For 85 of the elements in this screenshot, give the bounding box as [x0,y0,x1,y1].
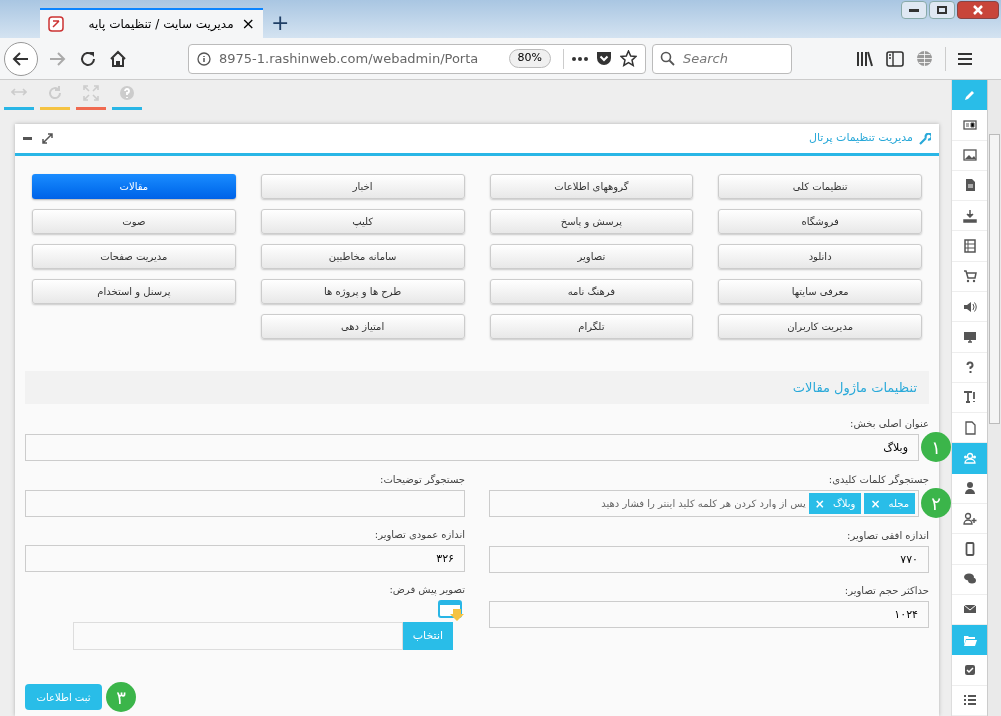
description-search-field[interactable] [25,490,465,517]
star-icon[interactable] [620,50,637,67]
address-bar[interactable]: 8975-1.rashinweb.com/webadmin/Porta 80% [188,43,646,74]
tab-close-button[interactable]: × [241,16,255,32]
cart-icon [962,269,977,284]
field-label: اندازه افقی تصاویر: [846,529,929,543]
field-label: جستجوگر توضیحات: [379,473,465,487]
close-window-button[interactable] [957,1,999,19]
field-label: اندازه عمودی تصاویر: [373,528,465,542]
home-icon[interactable] [109,49,127,68]
scrollbar[interactable] [987,80,1001,716]
new-tab-button[interactable]: + [263,8,298,38]
section-title: تنظیمات ماژول مقالات [792,378,917,398]
module-button[interactable]: فرهنگ نامه [489,279,694,304]
module-button[interactable]: تنظیمات کلی [718,174,922,199]
field-label: تصویر پیش فرض: [388,583,465,597]
more-icon[interactable] [572,56,588,61]
site-logo-icon [48,16,64,32]
tag-text: وبلاگ [832,497,856,511]
sidebar-toggle-icon[interactable] [886,50,904,67]
checkbox-icon [962,663,977,677]
back-button[interactable] [4,41,38,76]
back-arrow-icon [12,49,30,68]
search-field[interactable]: Search [652,43,792,74]
width-field[interactable]: ۷۷۰ [489,546,929,573]
minimize-button[interactable] [901,1,927,19]
menu-icon[interactable] [958,51,972,66]
module-button[interactable]: مدیریت کاربران [718,314,922,339]
search-icon [660,50,675,66]
image-icon [962,148,977,163]
url-text: 8975-1.rashinweb.com/webadmin/Porta [219,49,480,68]
module-button[interactable]: کلیپ [260,209,465,234]
step-marker: ۳ [106,682,136,712]
pocket-icon[interactable] [596,51,612,66]
film-icon [962,239,977,254]
step-marker: ۲ [921,488,951,518]
module-button[interactable]: تصاویر [489,244,694,269]
download-icon [962,208,977,223]
reload-icon[interactable] [79,49,97,68]
globe-icon[interactable] [916,50,933,67]
tag-text: مجله [888,497,909,511]
module-button[interactable]: اخبار [260,174,465,199]
keyword-input[interactable]: پس از وارد کردن هر کلمه کلید اینتر را فشار دهید [493,496,806,511]
module-button[interactable]: معرفی سایتها [718,279,922,304]
panel-title: مدیریت تنظیمات پرتال [809,130,913,147]
user-icon [962,481,977,496]
maximize-button[interactable] [929,1,955,19]
module-button[interactable]: فروشگاه [718,209,922,234]
speaker-icon [962,299,977,314]
max-size-field[interactable]: ۱۰۲۴ [489,601,929,628]
field-label: جستجوگر کلمات کلیدی: [827,473,929,487]
library-icon[interactable] [856,50,874,67]
list-icon [962,693,977,708]
module-button[interactable]: مقالات [32,174,236,199]
close-icon [973,5,983,15]
tab-title: مدیریت سایت / تنظیمات پایه [87,16,234,33]
module-button[interactable]: تلگرام [489,314,694,339]
file-icon [962,420,977,435]
add-user-icon [962,511,977,526]
browser-tab[interactable]: مدیریت سایت / تنظیمات پایه × [40,8,263,38]
module-button[interactable]: طرح ها و پروژه ها [260,279,465,304]
field-label: عنوان اصلی بخش: [849,417,929,431]
title-field[interactable]: وبلاگ [25,434,919,461]
height-field[interactable]: ۳۲۶ [25,545,465,572]
module-button[interactable]: سامانه مخاطبین [260,244,465,269]
module-button[interactable]: گروههای اطلاعات [489,174,694,199]
module-button[interactable]: مدیریت صفحات [32,244,236,269]
image-upload-icon [438,600,465,622]
module-button[interactable]: صوت [32,209,236,234]
id-card-icon [962,117,977,132]
info-icon[interactable] [197,51,211,66]
zoom-level[interactable]: 80% [508,49,551,68]
users-icon [962,451,977,465]
module-button[interactable]: امتیاز دهی [260,314,465,339]
file-path-field[interactable] [73,622,403,650]
field-label: حداکثر حجم تصاویر: [843,584,929,598]
minimize-icon[interactable] [23,136,32,141]
module-button[interactable]: پرسش و پاسخ [489,209,694,234]
text-icon [962,390,977,405]
module-button[interactable]: پرسنل و استخدام [32,279,236,304]
step-marker: ۱ [921,432,951,462]
monitor-icon [962,329,977,344]
module-button[interactable]: دانلود [718,244,922,269]
wrench-icon [919,132,931,145]
expand-icon[interactable] [42,133,53,144]
